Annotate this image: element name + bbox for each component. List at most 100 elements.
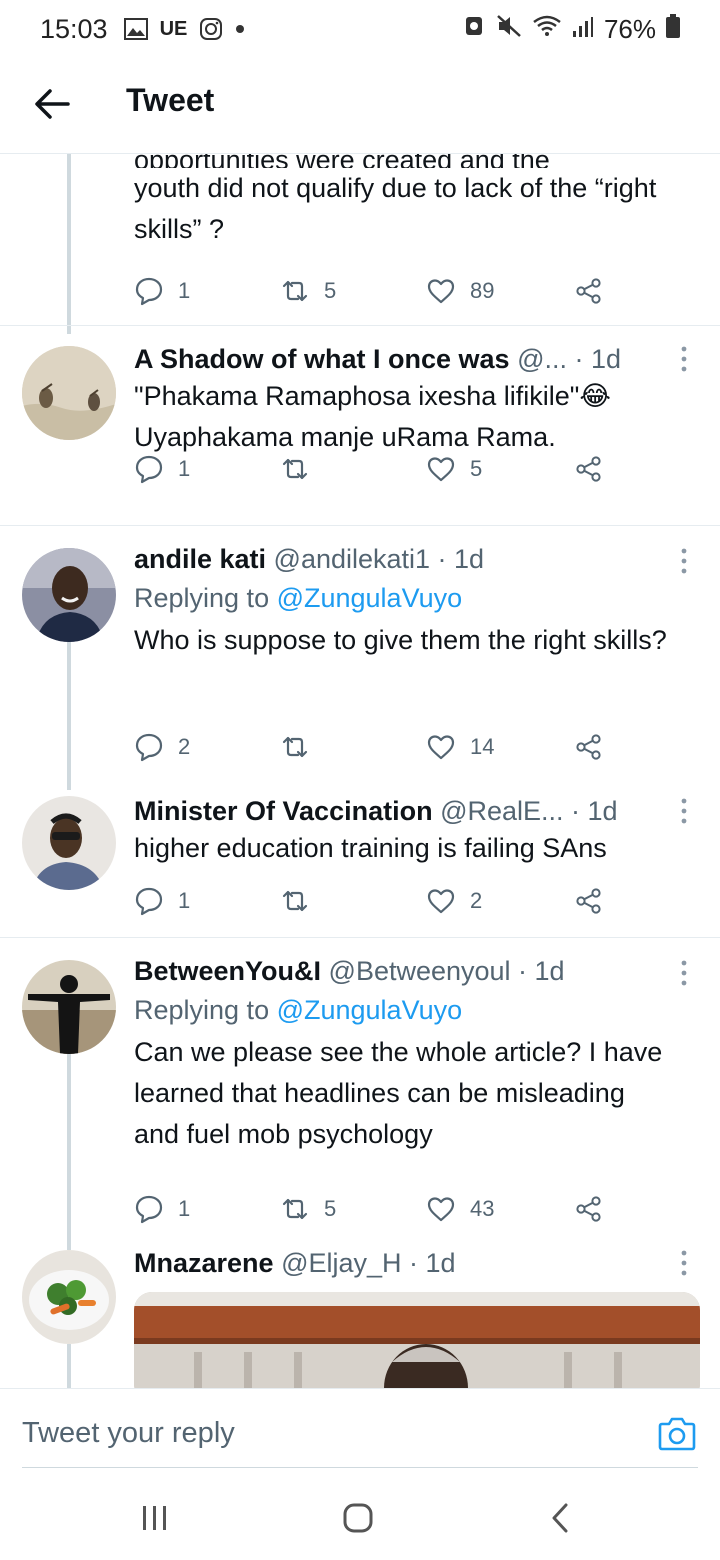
retweet-icon <box>282 736 308 758</box>
reply-button[interactable]: 1 <box>134 276 190 306</box>
tweet-item[interactable]: Mnazarene @Eljay_H · 1d <box>0 1238 720 1388</box>
author-name[interactable]: andile kati <box>134 544 266 574</box>
reply-count: 1 <box>178 888 191 913</box>
like-count: 14 <box>470 734 495 759</box>
battery-percent: 76% <box>603 13 656 44</box>
heart-icon <box>427 889 455 914</box>
reply-icon <box>135 1195 163 1224</box>
share-button[interactable] <box>574 732 604 762</box>
heart-icon <box>427 279 455 304</box>
home-icon[interactable] <box>342 1502 374 1534</box>
tweet-item[interactable]: BetweenYou&I @Betweenyoul · 1d Replying … <box>0 938 720 1238</box>
retweet-button[interactable] <box>280 454 324 484</box>
author-name[interactable]: Mnazarene <box>134 1248 274 1278</box>
more-options-icon[interactable] <box>674 1248 694 1278</box>
more-options-icon[interactable] <box>674 796 694 826</box>
more-options-icon[interactable] <box>674 546 694 576</box>
more-options-icon[interactable] <box>674 958 694 988</box>
share-button[interactable] <box>574 454 604 484</box>
page-title: Tweet <box>126 82 215 118</box>
reply-button[interactable]: 1 <box>134 886 190 916</box>
avatar[interactable] <box>22 346 116 440</box>
like-count: 2 <box>470 888 483 913</box>
like-button[interactable]: 5 <box>426 454 482 484</box>
retweet-button[interactable]: 5 <box>280 276 336 306</box>
author-name[interactable]: Minister Of Vaccination <box>134 796 433 826</box>
ue-badge: UE <box>159 17 188 40</box>
share-icon <box>576 888 601 914</box>
more-options-icon[interactable] <box>674 344 694 374</box>
tweet-author-line: Minister Of Vaccination @RealE... · 1d <box>134 794 664 828</box>
mention-link[interactable]: @ZungulaVuyo <box>277 995 463 1025</box>
avatar[interactable] <box>22 796 116 890</box>
tweet-text-line: Uyaphakama manje uRama Rama. <box>134 422 556 452</box>
tweet-item[interactable]: andile kati @andilekati1 · 1d Replying t… <box>0 526 720 766</box>
mention-link[interactable]: @ZungulaVuyo <box>277 583 463 613</box>
tweet-meta: @... · 1d <box>509 344 622 374</box>
share-button[interactable] <box>574 1194 604 1224</box>
retweet-button[interactable]: 5 <box>280 1194 336 1224</box>
signal-icon <box>572 14 594 45</box>
retweet-icon <box>282 458 308 480</box>
tweet-author-line: Mnazarene @Eljay_H · 1d <box>134 1246 664 1280</box>
tweet-author-line: BetweenYou&I @Betweenyoul · 1d <box>134 954 664 988</box>
back-arrow-icon[interactable] <box>32 84 72 124</box>
retweet-button[interactable] <box>280 732 324 762</box>
author-name[interactable]: BetweenYou&I <box>134 956 321 986</box>
tweet-text-cut: opportunities were created and the <box>134 154 694 168</box>
share-button[interactable] <box>574 886 604 916</box>
tweet-item[interactable]: A Shadow of what I once was @... · 1d "P… <box>0 326 720 526</box>
reply-button[interactable]: 1 <box>134 1194 190 1224</box>
avatar[interactable] <box>22 1250 116 1344</box>
recent-apps-icon[interactable] <box>140 1504 170 1532</box>
reply-icon <box>135 733 163 762</box>
reply-button[interactable]: 2 <box>134 732 190 762</box>
retweet-icon <box>282 280 308 302</box>
tweet-text: Can we please see the whole article? I h… <box>134 1037 663 1149</box>
like-button[interactable]: 43 <box>426 1194 494 1224</box>
tweet-media-image[interactable] <box>134 1292 700 1388</box>
like-count: 89 <box>470 278 495 303</box>
reply-count: 1 <box>178 1196 191 1221</box>
replying-to-line: Replying to @ZungulaVuyo <box>134 580 694 616</box>
avatar[interactable] <box>22 548 116 642</box>
back-nav-icon[interactable] <box>548 1502 572 1534</box>
like-count: 43 <box>470 1196 495 1221</box>
reply-input[interactable]: Tweet your reply <box>22 1417 235 1450</box>
top-app-bar: Tweet <box>0 58 720 154</box>
tweet-meta: @andilekati1 · 1d <box>266 544 485 574</box>
reply-feed[interactable]: opportunities were created and the youth… <box>0 154 720 1388</box>
like-button[interactable]: 2 <box>426 886 482 916</box>
mute-icon <box>496 14 522 45</box>
wifi-icon <box>532 14 562 45</box>
like-button[interactable]: 89 <box>426 276 494 306</box>
retweet-button[interactable] <box>280 886 324 916</box>
tweet-author-line: andile kati @andilekati1 · 1d <box>134 542 664 576</box>
instagram-icon <box>199 17 223 41</box>
system-nav-bar <box>0 1468 720 1560</box>
share-icon <box>576 734 601 760</box>
battery-icon <box>666 13 680 45</box>
heart-icon <box>427 735 455 760</box>
camera-icon[interactable] <box>658 1415 696 1451</box>
tweet-partial[interactable]: opportunities were created and the youth… <box>0 154 720 326</box>
image-icon <box>123 18 148 40</box>
tweet-text: "Phakama Ramaphosa ixesha lifikile"😂 Uya… <box>134 376 694 458</box>
heart-icon <box>427 457 455 482</box>
tweet-author-line: A Shadow of what I once was @... · 1d <box>134 342 664 376</box>
reply-count: 1 <box>178 456 191 481</box>
avatar[interactable] <box>22 960 116 1054</box>
reply-icon <box>135 277 163 306</box>
reply-icon <box>135 887 163 916</box>
tweet-meta: @Betweenyoul · 1d <box>321 956 565 986</box>
tweet-text-line: "Phakama Ramaphosa ixesha lifikile"😂 <box>134 381 611 411</box>
tweet-item[interactable]: Minister Of Vaccination @RealE... · 1d h… <box>0 780 720 938</box>
share-button[interactable] <box>574 276 604 306</box>
tweet-meta: @RealE... · 1d <box>432 796 618 826</box>
reply-button[interactable]: 1 <box>134 454 190 484</box>
reply-composer-bar[interactable]: Tweet your reply <box>0 1388 720 1469</box>
author-name[interactable]: A Shadow of what I once was <box>134 344 510 374</box>
retweet-count: 5 <box>324 1196 337 1221</box>
share-icon <box>576 278 601 304</box>
like-button[interactable]: 14 <box>426 732 494 762</box>
